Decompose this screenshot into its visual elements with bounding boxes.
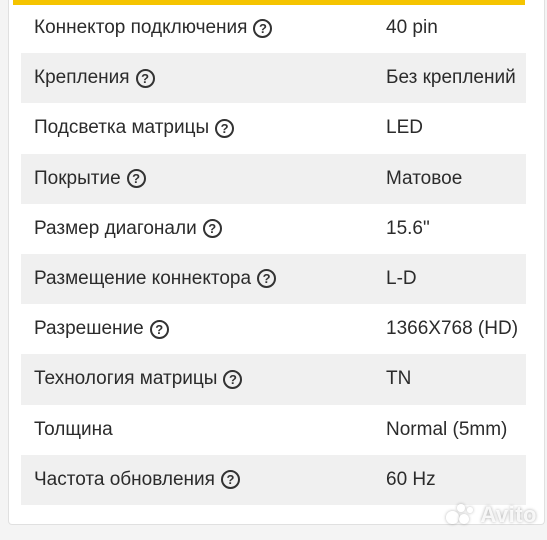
spec-value: L-D: [386, 267, 417, 289]
watermark-text: Avito: [480, 502, 537, 527]
spec-label: Разрешение: [34, 318, 144, 340]
spec-row: Частота обновления? 60 Hz: [21, 454, 526, 505]
spec-label: Технология матрицы: [34, 368, 218, 390]
spec-row: Разрешение? 1366X768 (HD): [21, 304, 526, 354]
spec-label: Подсветка матрицы: [34, 117, 210, 139]
spec-label: Размещение коннектора: [34, 267, 252, 289]
spec-value: 15.6": [386, 217, 430, 239]
spec-label: Крепления: [34, 67, 130, 89]
spec-row: Технология матрицы? TN: [21, 354, 526, 405]
question-circle-icon[interactable]: ?: [253, 18, 273, 38]
spec-row: Коннектор подключения? 40 pin: [21, 3, 526, 53]
spec-label: Частота обновления: [34, 468, 215, 490]
avito-watermark: Avito: [446, 502, 537, 528]
question-circle-icon[interactable]: ?: [223, 369, 243, 389]
specs-table: Коннектор подключения? 40 pin Крепления?…: [21, 3, 526, 505]
question-circle-icon[interactable]: ?: [135, 68, 155, 88]
spec-value: Без креплений: [386, 67, 516, 89]
spec-row: Покрытие? Матовое: [21, 153, 526, 204]
spec-value: 60 Hz: [386, 468, 436, 490]
question-circle-icon[interactable]: ?: [149, 319, 169, 339]
spec-label: Коннектор подключения: [34, 17, 248, 38]
spec-row: Крепления? Без креплений: [21, 53, 526, 104]
spec-value: LED: [386, 117, 423, 139]
question-circle-icon[interactable]: ?: [202, 219, 222, 239]
spec-value: Normal (5mm): [386, 418, 508, 440]
spec-row: Подсветка матрицы? LED: [21, 103, 526, 153]
question-circle-icon[interactable]: ?: [257, 269, 277, 289]
question-circle-icon[interactable]: ?: [126, 169, 146, 189]
spec-value: Матовое: [386, 167, 463, 189]
spec-row: Размещение коннектора? L-D: [21, 253, 526, 305]
question-circle-icon[interactable]: ?: [215, 118, 235, 138]
avito-logo-icon: [446, 502, 476, 528]
question-circle-icon[interactable]: ?: [220, 470, 240, 490]
spec-value: 40 pin: [386, 17, 438, 38]
spec-row: Размер диагонали? 15.6": [21, 204, 526, 254]
spec-label: Покрытие: [34, 167, 121, 189]
spec-value: TN: [386, 368, 412, 390]
spec-value: 1366X768 (HD): [386, 318, 519, 340]
spec-label: Размер диагонали: [34, 217, 197, 239]
spec-label: Толщина: [34, 418, 113, 440]
spec-row: Толщина Normal (5mm): [21, 405, 526, 455]
